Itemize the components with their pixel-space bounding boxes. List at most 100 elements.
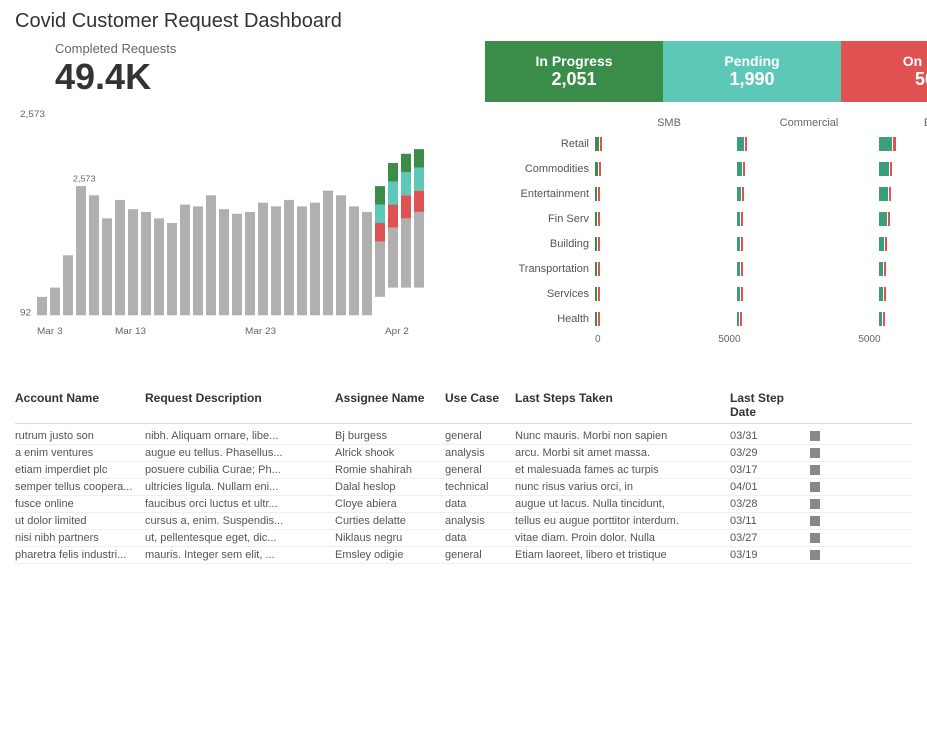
comm-red-bar [741,237,743,251]
segment-rows: Retail Commodities [485,133,927,330]
status-card-on-hold: On Hold 509 [841,41,927,102]
cell-account: semper tellus coopera... [15,481,145,493]
status-card-in-progress: In Progress 2,051 [485,41,663,102]
segment-headers: SMB Commercial Enterprise [485,117,927,129]
ent-red-bar [885,237,887,251]
status-onhold-label: On Hold [849,53,927,69]
status-pending-label: Pending [671,53,833,69]
comm-green-bar [737,162,742,176]
svg-text:2,573: 2,573 [73,174,96,184]
cell-laststeps: Nunc mauris. Morbi non sapien [515,430,730,442]
ent-red-bar [888,212,890,226]
cell-account: ut dolor limited [15,515,145,527]
smb-green-bar [595,137,599,151]
cell-lastdate: 03/31 [730,430,810,442]
smb-group [595,287,735,301]
svg-text:Apr 2: Apr 2 [385,326,409,337]
cell-lastdate: 03/27 [730,532,810,544]
cell-indicator [810,447,840,459]
table-row: fusce online faucibus orci luctus et ult… [15,496,912,513]
segment-row-entertainment: Entertainment [485,183,927,205]
comm-green-bar [737,237,740,251]
header-usecase: Use Case [445,391,515,419]
completed-value: 49.4K [55,56,475,98]
header-assignee: Assignee Name [335,391,445,419]
header-desc: Request Description [145,391,335,419]
commercial-group [737,287,877,301]
cell-usecase: general [445,549,515,561]
smb-group [595,137,735,151]
table-row: etiam imperdiet plc posuere cubilia Cura… [15,462,912,479]
header-laststeps: Last Steps Taken [515,391,730,419]
cell-laststeps: nunc risus varius orci, in [515,481,730,493]
cell-laststeps: vitae diam. Proin dolor. Nulla [515,532,730,544]
page-title: Covid Customer Request Dashboard [15,10,912,33]
segment-header-smb: SMB [599,117,739,129]
indicator-box [810,448,820,458]
comm-red-bar [743,162,745,176]
smb-green-bar [595,287,597,301]
status-onhold-value: 509 [849,69,927,90]
segment-row-commodities: Commodities [485,158,927,180]
cell-assignee: Emsley odigie [335,549,445,561]
dashboard: Covid Customer Request Dashboard Complet… [0,0,927,742]
cell-laststeps: tellus eu augue porttitor interdum. [515,515,730,527]
enterprise-group [879,162,927,176]
segment-header-enterprise: Enterprise [879,117,927,129]
ent-red-bar [890,162,892,176]
enterprise-group [879,312,927,326]
enterprise-axis: 0500 [875,334,927,345]
cell-indicator [810,481,840,493]
table-row: a enim ventures augue eu tellus. Phasell… [15,445,912,462]
cell-lastdate: 03/11 [730,515,810,527]
segment-label: Services [485,288,595,300]
ent-green-bar [879,162,889,176]
cell-indicator [810,549,840,561]
smb-green-bar [595,237,597,251]
commercial-group [737,312,877,326]
smb-red-bar [598,287,600,301]
cell-usecase: general [445,430,515,442]
cell-laststeps: arcu. Morbi sit amet massa. [515,447,730,459]
comm-red-bar [741,212,743,226]
comm-red-bar [741,262,743,276]
ent-red-bar [893,137,896,151]
smb-group [595,212,735,226]
cell-desc: augue eu tellus. Phasellus... [145,447,335,459]
cell-account: pharetra felis industri... [15,549,145,561]
comm-green-bar [737,262,740,276]
comm-red-bar [741,287,743,301]
segment-row-services: Services [485,283,927,305]
indicator-box [810,550,820,560]
cell-usecase: data [445,498,515,510]
cell-assignee: Cloye abiera [335,498,445,510]
y-top-label: 2,573 [20,109,45,120]
segment-label: Fin Serv [485,213,595,225]
cell-lastdate: 03/28 [730,498,810,510]
segment-chart: SMB Commercial Enterprise Retail Co [485,117,927,345]
segment-row-building: Building [485,233,927,255]
cell-usecase: data [445,532,515,544]
ent-red-bar [889,187,891,201]
enterprise-group [879,187,927,201]
cell-account: fusce online [15,498,145,510]
cell-usecase: technical [445,481,515,493]
cell-indicator [810,515,840,527]
left-panel: Completed Requests 49.4K 2,573 92 2,573 [15,41,475,381]
cell-laststeps: Etiam laoreet, libero et tristique [515,549,730,561]
smb-group [595,312,735,326]
smb-red-bar [598,237,600,251]
table-row: nisi nibh partners ut, pellentesque eget… [15,530,912,547]
smb-red-bar [598,187,600,201]
ent-green-bar [879,137,892,151]
comm-green-bar [737,312,739,326]
cell-assignee: Dalal heslop [335,481,445,493]
commercial-group [737,262,877,276]
table-row: rutrum justo son nibh. Aliquam ornare, l… [15,428,912,445]
cell-usecase: general [445,464,515,476]
status-in-progress-value: 2,051 [493,69,655,90]
ent-green-bar [879,187,888,201]
enterprise-group [879,137,927,151]
svg-text:Mar 23: Mar 23 [245,326,276,337]
segment-row-retail: Retail [485,133,927,155]
